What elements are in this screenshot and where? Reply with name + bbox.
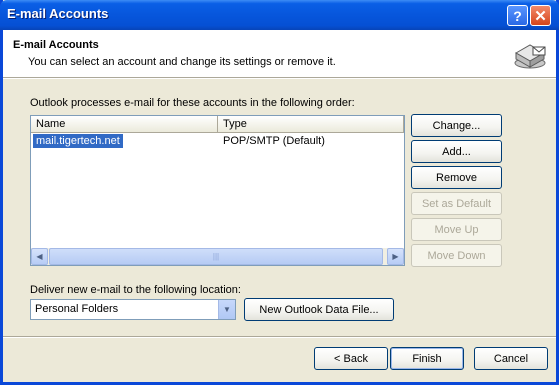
add-button[interactable]: Add... — [411, 140, 502, 163]
scroll-left-button[interactable]: ◀ — [31, 248, 48, 265]
chevron-down-icon: ▼ — [223, 305, 231, 314]
accounts-list[interactable]: Name Type mail.tigertech.net POP/SMTP (D… — [30, 115, 405, 266]
help-button[interactable]: ? — [507, 5, 528, 26]
cancel-button[interactable]: Cancel — [474, 347, 548, 370]
close-button[interactable]: ✕ — [530, 5, 551, 26]
title-bar: E-mail Accounts ? ✕ — [0, 0, 559, 30]
email-accounts-icon — [514, 44, 546, 69]
wizard-header: E-mail Accounts You can select an accoun… — [3, 30, 556, 77]
account-name: mail.tigertech.net — [33, 134, 123, 148]
column-name[interactable]: Name — [31, 116, 218, 133]
header-subtitle: You can select an account and change its… — [28, 56, 336, 68]
header-separator — [3, 77, 556, 79]
close-icon: ✕ — [534, 7, 547, 25]
header-title: E-mail Accounts — [13, 39, 99, 51]
delivery-label: Deliver new e-mail to the following loca… — [30, 284, 241, 296]
change-button[interactable]: Change... — [411, 114, 502, 137]
delivery-location-value: Personal Folders — [35, 303, 119, 315]
list-header: Name Type — [31, 116, 404, 133]
back-button[interactable]: < Back — [314, 347, 388, 370]
move-down-button[interactable]: Move Down — [411, 244, 502, 267]
list-item[interactable]: mail.tigertech.net POP/SMTP (Default) — [31, 134, 404, 148]
accounts-order-label: Outlook processes e-mail for these accou… — [30, 97, 355, 109]
scroll-thumb[interactable]: ||| — [49, 248, 383, 265]
footer-separator — [3, 336, 556, 338]
horizontal-scrollbar[interactable]: ◀ ||| ▶ — [31, 248, 404, 265]
finish-button[interactable]: Finish — [390, 347, 464, 370]
remove-button[interactable]: Remove — [411, 166, 502, 189]
email-accounts-dialog: E-mail Accounts ? ✕ E-mail Accounts You … — [0, 0, 559, 385]
chevron-right-icon: ▶ — [392, 252, 399, 261]
move-up-button[interactable]: Move Up — [411, 218, 502, 241]
delivery-location-select[interactable]: Personal Folders ▼ — [30, 299, 236, 320]
set-as-default-button[interactable]: Set as Default — [411, 192, 502, 215]
scroll-right-button[interactable]: ▶ — [387, 248, 404, 265]
window-title: E-mail Accounts — [7, 6, 109, 21]
dropdown-button[interactable]: ▼ — [218, 300, 235, 319]
account-type: POP/SMTP (Default) — [223, 135, 325, 147]
chevron-left-icon: ◀ — [36, 252, 43, 261]
help-icon: ? — [513, 7, 522, 24]
new-data-file-button[interactable]: New Outlook Data File... — [244, 298, 394, 321]
column-type[interactable]: Type — [218, 116, 404, 133]
grip-icon: ||| — [212, 252, 220, 261]
